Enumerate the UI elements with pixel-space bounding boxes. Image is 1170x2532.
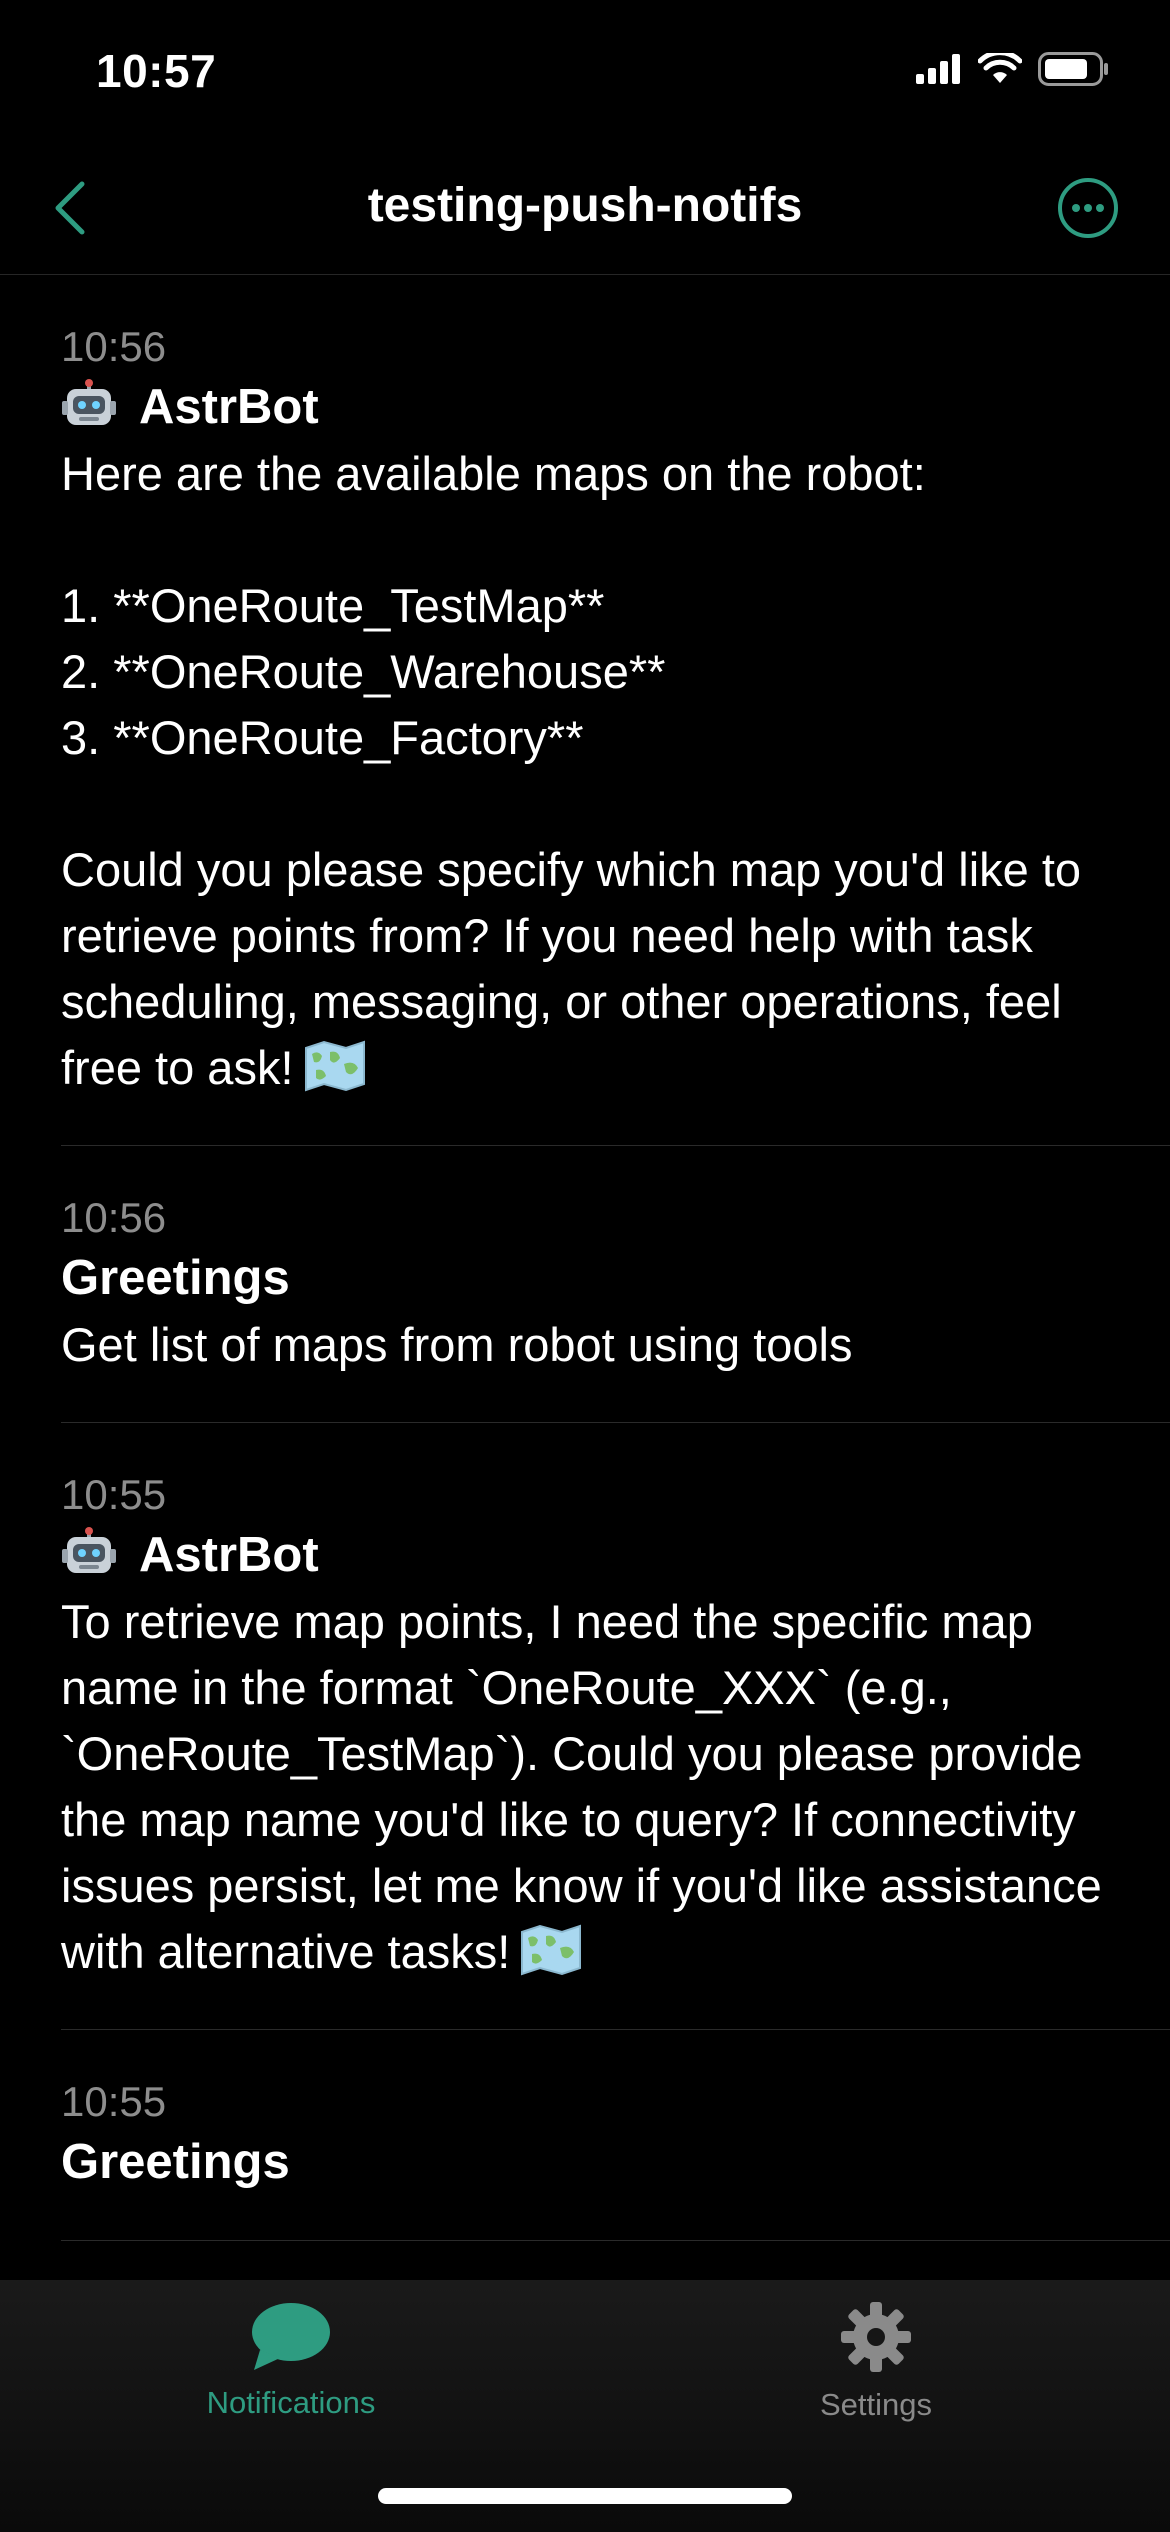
message-sender: Greetings bbox=[61, 2130, 1110, 2194]
message-list[interactable]: 10:56 AstrBot Here are the available map… bbox=[0, 275, 1170, 2280]
tab-label: Notifications bbox=[206, 2385, 376, 2420]
chat-bubble-icon bbox=[252, 2303, 330, 2370]
world-map-icon bbox=[521, 1924, 582, 1976]
sender-name: Greetings bbox=[61, 2135, 290, 2189]
message-body: To retrieve map points, I need the speci… bbox=[61, 1589, 1110, 1985]
tab-notifications[interactable]: Notifications bbox=[141, 2300, 441, 2421]
world-map-icon bbox=[304, 1040, 365, 1092]
message-text: Here are the available maps on the robot… bbox=[61, 447, 1082, 1094]
sender-name: AstrBot bbox=[139, 380, 319, 434]
message-text: Get list of maps from robot using tools bbox=[61, 1318, 853, 1371]
status-time: 10:57 bbox=[96, 45, 217, 97]
battery-icon bbox=[1038, 52, 1108, 86]
message-sender: AstrBot bbox=[61, 375, 1110, 439]
message-time: 10:56 bbox=[61, 1194, 167, 1241]
message-body: Get list of maps from robot using tools bbox=[61, 1312, 1110, 1378]
robot-icon bbox=[62, 1527, 116, 1573]
more-options-button[interactable] bbox=[1056, 176, 1120, 240]
tab-settings[interactable]: Settings bbox=[726, 2300, 1026, 2423]
robot-icon bbox=[62, 379, 116, 425]
message-sender: AstrBot bbox=[61, 1523, 1110, 1587]
home-indicator bbox=[378, 2488, 792, 2504]
tab-label: Settings bbox=[819, 2387, 932, 2422]
list-item[interactable]: 10:56 Greetings Get list of maps from ro… bbox=[61, 1146, 1170, 1423]
message-sender: Greetings bbox=[61, 1246, 1110, 1310]
message-body: Here are the available maps on the robot… bbox=[61, 441, 1110, 1101]
list-item[interactable]: 10:56 AstrBot Here are the available map… bbox=[61, 275, 1170, 1146]
message-time: 10:56 bbox=[61, 323, 167, 370]
message-time: 10:55 bbox=[61, 1471, 167, 1518]
list-item[interactable]: 10:55 Greetings bbox=[61, 2030, 1170, 2241]
gear-icon bbox=[841, 2302, 911, 2372]
message-text: To retrieve map points, I need the speci… bbox=[61, 1595, 1115, 1978]
ellipsis-circle-icon bbox=[1058, 178, 1118, 238]
message-time: 10:55 bbox=[61, 2078, 167, 2125]
cellular-signal-icon bbox=[916, 54, 960, 84]
wifi-icon bbox=[978, 53, 1022, 83]
nav-bar: testing-push-notifs bbox=[0, 140, 1170, 275]
sender-name: AstrBot bbox=[139, 1528, 319, 1582]
sender-name: Greetings bbox=[61, 1251, 290, 1305]
page-title: testing-push-notifs bbox=[367, 179, 803, 232]
status-bar: 10:57 bbox=[0, 0, 1170, 140]
status-icons bbox=[916, 52, 1110, 86]
list-item[interactable]: 10:55 AstrBot To retrieve map points, I … bbox=[61, 1423, 1170, 2030]
